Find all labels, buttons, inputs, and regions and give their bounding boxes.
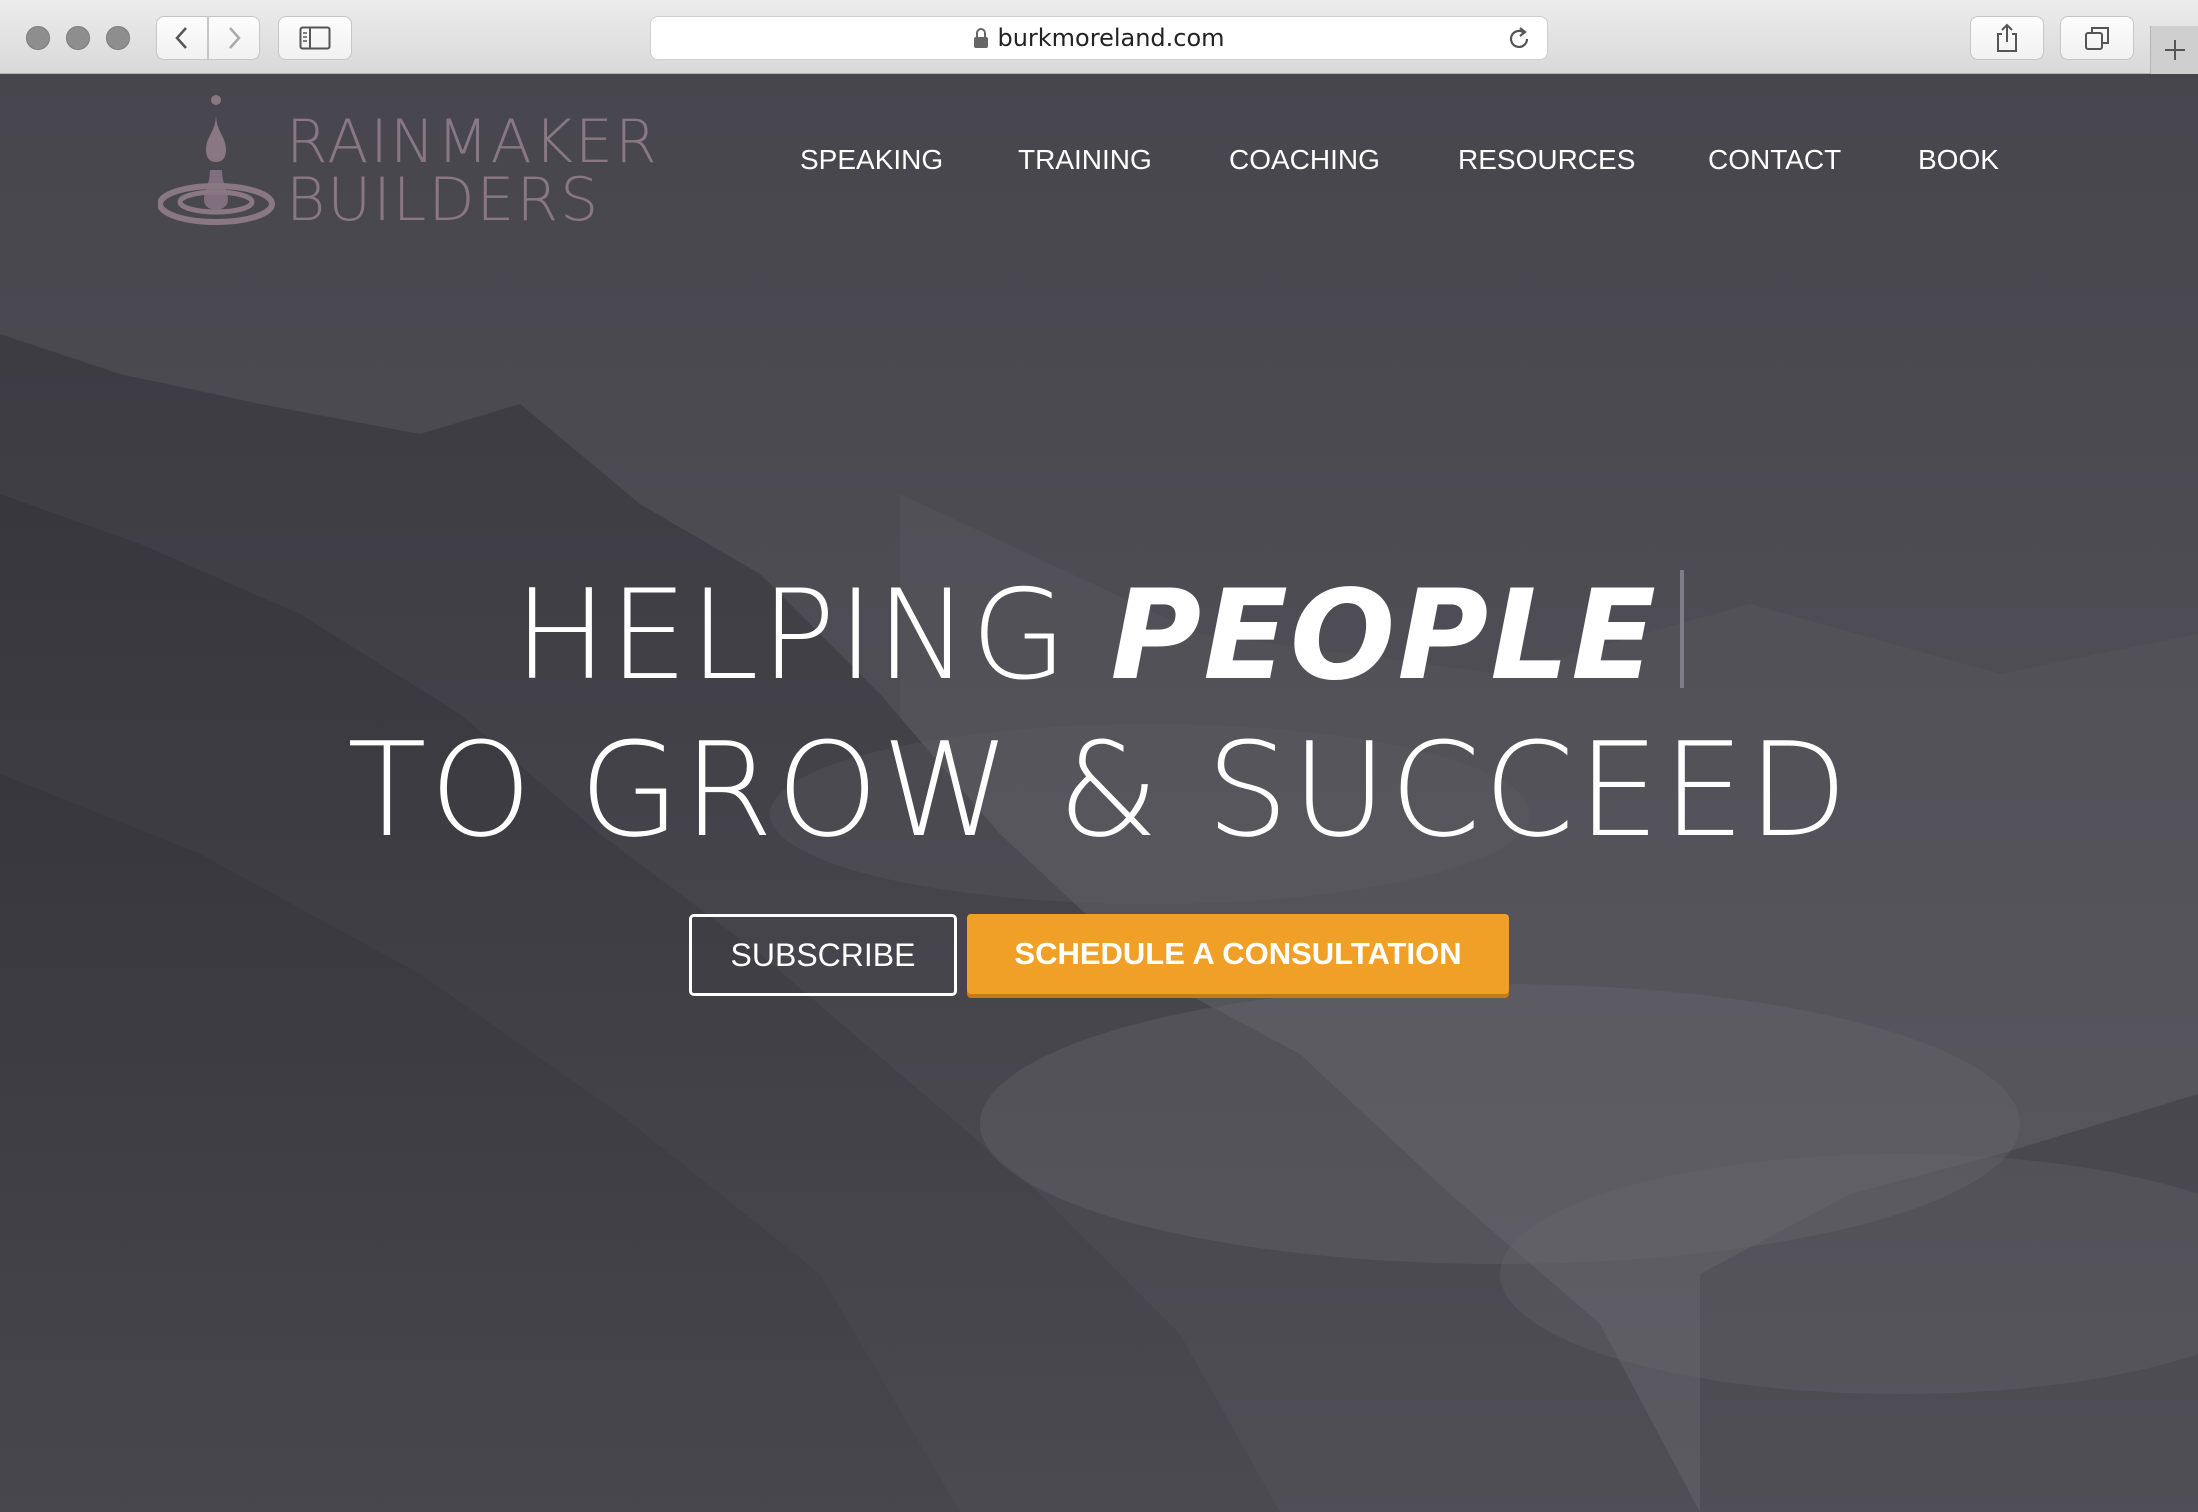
- nav-coaching[interactable]: COACHING: [1229, 144, 1380, 176]
- hero-headline-line1: HELPING PEOPLE: [0, 564, 2198, 708]
- lock-icon: [974, 28, 989, 48]
- nav-resources[interactable]: RESOURCES: [1458, 144, 1635, 176]
- chevron-left-icon: [175, 27, 187, 49]
- window-zoom-button[interactable]: [106, 26, 130, 50]
- subscribe-button[interactable]: SUBSCRIBE: [689, 914, 957, 996]
- typing-cursor: [1679, 570, 1684, 688]
- url-text: burkmoreland.com: [997, 24, 1225, 52]
- hero-headline-line2: TO GROW & SUCCEED: [347, 714, 1851, 866]
- schedule-consultation-button[interactable]: SCHEDULE A CONSULTATION: [967, 914, 1509, 994]
- back-button[interactable]: [156, 16, 208, 60]
- show-tabs-button[interactable]: [2060, 16, 2134, 60]
- plus-icon: [2164, 40, 2185, 60]
- sidebar-toggle-button[interactable]: [278, 16, 352, 60]
- hero-section: RAINMAKER BUILDERS SPEAKING TRAINING COA…: [0, 74, 2198, 1512]
- main-navigation: SPEAKING TRAINING COACHING RESOURCES CON…: [0, 144, 2198, 184]
- nav-contact[interactable]: CONTACT: [1708, 144, 1841, 176]
- share-icon: [1997, 23, 2017, 52]
- nav-training[interactable]: TRAINING: [1018, 144, 1152, 176]
- browser-toolbar: burkmoreland.com: [0, 0, 2198, 74]
- sidebar-icon: [299, 26, 331, 50]
- tabs-icon: [2085, 27, 2109, 50]
- address-bar[interactable]: burkmoreland.com: [650, 16, 1548, 60]
- reload-icon[interactable]: [1505, 25, 1533, 53]
- forward-button[interactable]: [208, 16, 260, 60]
- window-minimize-button[interactable]: [66, 26, 90, 50]
- chevron-right-icon: [229, 27, 241, 49]
- headline-bold-text: PEOPLE: [1110, 564, 1658, 708]
- new-tab-button[interactable]: [2150, 26, 2198, 74]
- nav-book[interactable]: BOOK: [1918, 144, 1999, 176]
- headline-light-text: HELPING: [514, 564, 1111, 708]
- nav-speaking[interactable]: SPEAKING: [800, 144, 943, 176]
- window-close-button[interactable]: [26, 26, 50, 50]
- share-button[interactable]: [1970, 16, 2044, 60]
